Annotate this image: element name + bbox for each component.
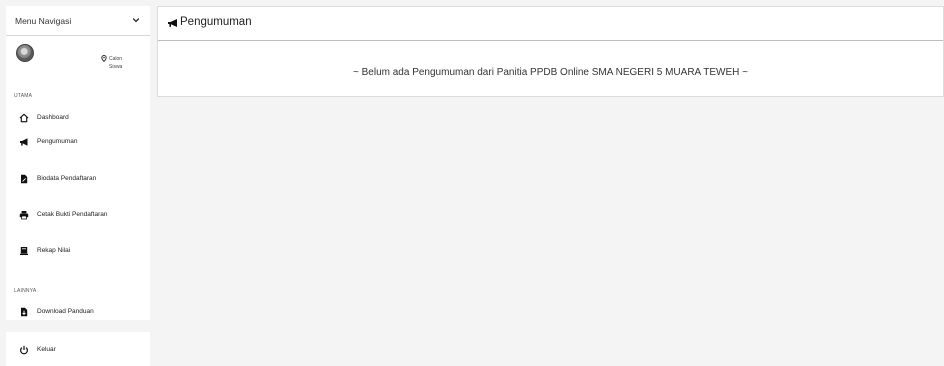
avatar: [16, 44, 34, 62]
sidebar-item-biodata[interactable]: Biodata Pendaftaran: [6, 170, 150, 188]
sidebar-item-label: Rekap Nilai: [37, 247, 71, 254]
menu-title: Menu Navigasi: [15, 16, 72, 26]
megaphone-icon: [20, 138, 28, 146]
section-label-lainnya: LAINNYA: [14, 288, 37, 294]
print-icon: [19, 211, 29, 220]
map-pin-icon: [101, 55, 107, 62]
sidebar-footer: Keluar: [6, 332, 150, 366]
sidebar-item-label: Dashboard: [37, 114, 69, 121]
home-icon: [19, 113, 29, 123]
sidebar-item-rekap-nilai[interactable]: Rekap Nilai: [6, 242, 150, 260]
book-icon: [20, 247, 28, 255]
user-role-line1: Calon: [109, 56, 123, 62]
sidebar-item-cetak-bukti[interactable]: Cetak Bukti Pendaftaran: [6, 206, 150, 224]
user-role-line2: Siswa: [109, 64, 123, 70]
card-header: Pengumuman: [158, 7, 943, 41]
sidebar-item-label: Pengumuman: [37, 138, 78, 145]
logout-button[interactable]: Keluar: [6, 341, 150, 359]
power-icon: [20, 345, 28, 355]
logout-label: Keluar: [37, 346, 56, 353]
file-edit-icon: [21, 174, 28, 184]
sidebar-item-dashboard[interactable]: Dashboard: [6, 109, 150, 127]
section-label-utama: UTAMA: [14, 93, 33, 99]
sidebar-item-label: Cetak Bukti Pendaftaran: [37, 211, 108, 218]
sidebar-item-pengumuman[interactable]: Pengumuman: [6, 133, 150, 151]
menu-header[interactable]: Menu Navigasi: [6, 6, 150, 36]
file-download-icon: [21, 307, 28, 317]
announcement-message: ~ Belum ada Pengumuman dari Panitia PPDB…: [353, 67, 748, 78]
page-title: Pengumuman: [180, 16, 252, 28]
megaphone-icon: [168, 19, 177, 27]
sidebar: Menu Navigasi Calon Siswa UTAMA Dashboar…: [6, 6, 150, 320]
sidebar-item-label: Download Panduan: [37, 308, 94, 315]
chevron-down-icon[interactable]: [132, 16, 140, 24]
announcement-card: Pengumuman ~ Belum ada Pengumuman dari P…: [157, 6, 944, 97]
sidebar-item-download-panduan[interactable]: Download Panduan: [6, 303, 150, 321]
sidebar-item-label: Biodata Pendaftaran: [37, 175, 97, 182]
